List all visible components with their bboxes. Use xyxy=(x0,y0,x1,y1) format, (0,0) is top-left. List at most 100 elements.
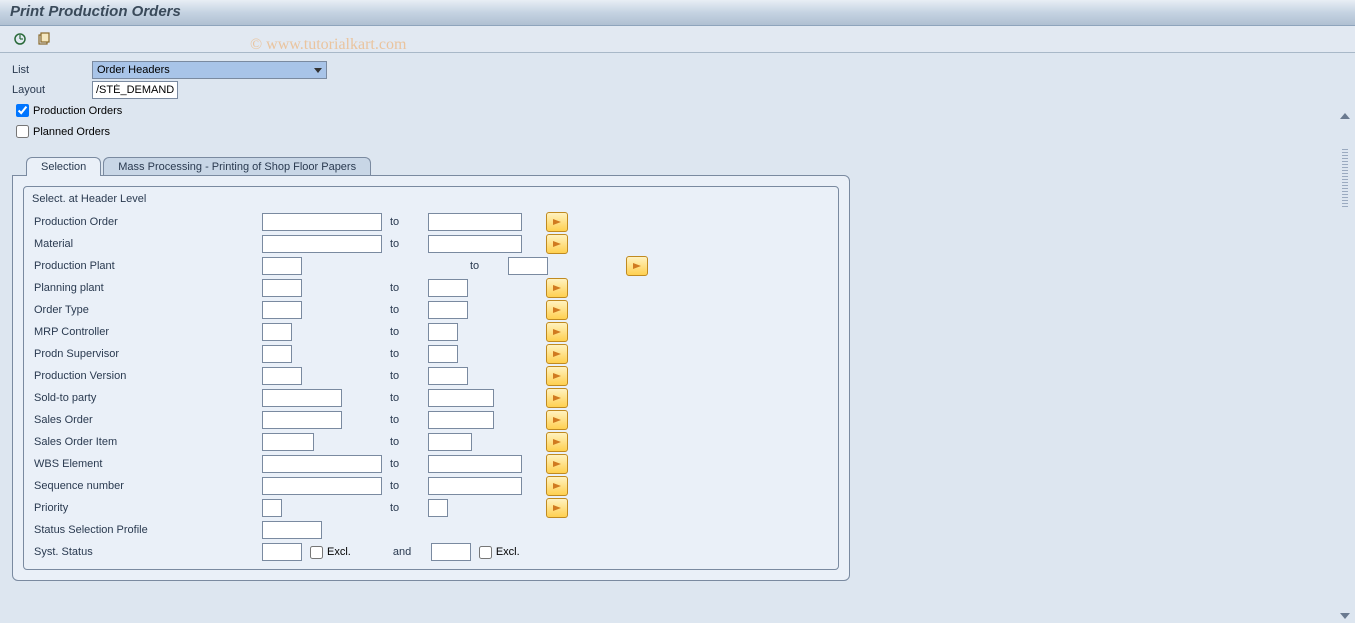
to-label: to xyxy=(382,282,428,294)
to-label: to xyxy=(382,238,428,250)
planning-plant-to[interactable] xyxy=(428,279,468,297)
production-version-to[interactable] xyxy=(428,367,468,385)
excl-label-1: Excl. xyxy=(327,546,351,558)
mrp-controller-from[interactable] xyxy=(262,323,292,341)
status-selection-profile-input[interactable] xyxy=(262,521,322,539)
sequence-number-from[interactable] xyxy=(262,477,382,495)
to-label: to xyxy=(382,458,428,470)
multi-selection-button[interactable] xyxy=(546,234,568,254)
production-plant-label: Production Plant xyxy=(32,260,262,272)
vertical-scrollbar[interactable] xyxy=(1337,113,1353,619)
list-value: Order Headers xyxy=(97,64,170,76)
tab-mass-processing[interactable]: Mass Processing - Printing of Shop Floor… xyxy=(103,157,371,176)
status-selection-profile-label: Status Selection Profile xyxy=(32,524,262,536)
multi-selection-button[interactable] xyxy=(626,256,648,276)
production-plant-to[interactable] xyxy=(508,257,548,275)
excl-checkbox-1[interactable] xyxy=(310,546,323,559)
chevron-down-icon xyxy=(314,68,322,73)
sales-order-item-to[interactable] xyxy=(428,433,472,451)
to-label: to xyxy=(382,326,428,338)
sales-order-item-from[interactable] xyxy=(262,433,314,451)
sequence-number-label: Sequence number xyxy=(32,480,262,492)
order-type-to[interactable] xyxy=(428,301,468,319)
header-level-group: Select. at Header Level Production Order… xyxy=(23,186,839,570)
production-order-label: Production Order xyxy=(32,216,262,228)
sales-order-item-label: Sales Order Item xyxy=(32,436,262,448)
syst-status-2[interactable] xyxy=(431,543,471,561)
main-area: List Order Headers Layout Production Ord… xyxy=(0,53,1355,623)
to-label: to xyxy=(382,502,428,514)
list-label: List xyxy=(12,64,92,76)
prodn-supervisor-label: Prodn Supervisor xyxy=(32,348,262,360)
production-version-from[interactable] xyxy=(262,367,302,385)
production-order-to[interactable] xyxy=(428,213,522,231)
multi-selection-button[interactable] xyxy=(546,300,568,320)
priority-from[interactable] xyxy=(262,499,282,517)
prodn-supervisor-from[interactable] xyxy=(262,345,292,363)
to-label: to xyxy=(382,348,428,360)
planned-orders-checkbox[interactable] xyxy=(16,125,29,138)
multi-selection-button[interactable] xyxy=(546,322,568,342)
multi-selection-button[interactable] xyxy=(546,432,568,452)
to-label: to xyxy=(382,392,428,404)
material-to[interactable] xyxy=(428,235,522,253)
excl-label-2: Excl. xyxy=(496,546,520,558)
multi-selection-button[interactable] xyxy=(546,476,568,496)
to-label: to xyxy=(382,480,428,492)
wbs-element-label: WBS Element xyxy=(32,458,262,470)
mrp-controller-to[interactable] xyxy=(428,323,458,341)
wbs-element-to[interactable] xyxy=(428,455,522,473)
sales-order-from[interactable] xyxy=(262,411,342,429)
to-label: to xyxy=(462,260,508,272)
to-label: to xyxy=(382,216,428,228)
order-type-label: Order Type xyxy=(32,304,262,316)
scroll-grip-icon[interactable] xyxy=(1342,149,1348,209)
multi-selection-button[interactable] xyxy=(546,498,568,518)
multi-selection-button[interactable] xyxy=(546,278,568,298)
planning-plant-from[interactable] xyxy=(262,279,302,297)
sold-to-party-label: Sold-to party xyxy=(32,392,262,404)
priority-to[interactable] xyxy=(428,499,448,517)
variant-icon[interactable] xyxy=(34,30,54,48)
toolbar xyxy=(0,26,1355,53)
material-label: Material xyxy=(32,238,262,250)
sequence-number-to[interactable] xyxy=(428,477,522,495)
to-label: to xyxy=(382,304,428,316)
sales-order-to[interactable] xyxy=(428,411,494,429)
production-plant-from[interactable] xyxy=(262,257,302,275)
multi-selection-button[interactable] xyxy=(546,454,568,474)
wbs-element-from[interactable] xyxy=(262,455,382,473)
sold-to-party-to[interactable] xyxy=(428,389,494,407)
to-label: to xyxy=(382,436,428,448)
to-label: to xyxy=(382,414,428,426)
scroll-down-icon[interactable] xyxy=(1340,613,1350,619)
prodn-supervisor-to[interactable] xyxy=(428,345,458,363)
multi-selection-button[interactable] xyxy=(546,344,568,364)
multi-selection-button[interactable] xyxy=(546,366,568,386)
group-title: Select. at Header Level xyxy=(32,193,830,205)
layout-label: Layout xyxy=(12,84,92,96)
layout-input[interactable] xyxy=(92,81,178,99)
and-label: and xyxy=(385,546,431,558)
mrp-controller-label: MRP Controller xyxy=(32,326,262,338)
syst-status-label: Syst. Status xyxy=(32,546,262,558)
list-dropdown[interactable]: Order Headers xyxy=(92,61,327,79)
multi-selection-button[interactable] xyxy=(546,212,568,232)
production-orders-label: Production Orders xyxy=(33,105,122,117)
production-version-label: Production Version xyxy=(32,370,262,382)
tab-selection[interactable]: Selection xyxy=(26,157,101,176)
scroll-up-icon[interactable] xyxy=(1340,113,1350,119)
production-order-from[interactable] xyxy=(262,213,382,231)
sales-order-label: Sales Order xyxy=(32,414,262,426)
multi-selection-button[interactable] xyxy=(546,388,568,408)
multi-selection-button[interactable] xyxy=(546,410,568,430)
planning-plant-label: Planning plant xyxy=(32,282,262,294)
excl-checkbox-2[interactable] xyxy=(479,546,492,559)
priority-label: Priority xyxy=(32,502,262,514)
execute-icon[interactable] xyxy=(10,30,30,48)
production-orders-checkbox[interactable] xyxy=(16,104,29,117)
sold-to-party-from[interactable] xyxy=(262,389,342,407)
material-from[interactable] xyxy=(262,235,382,253)
syst-status-1[interactable] xyxy=(262,543,302,561)
order-type-from[interactable] xyxy=(262,301,302,319)
